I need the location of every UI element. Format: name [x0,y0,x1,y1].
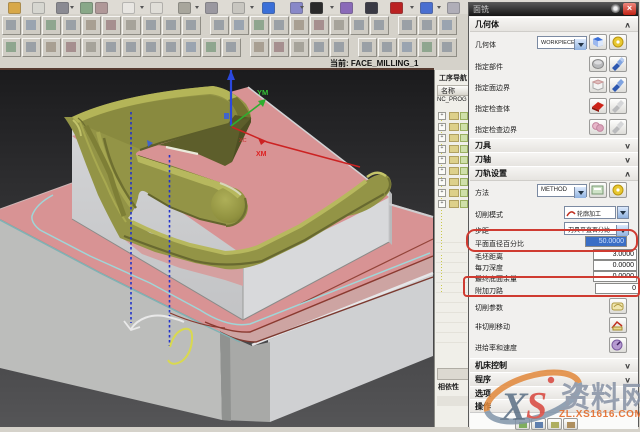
svg-text:XM: XM [256,151,267,158]
svg-text:YM: YM [257,88,268,97]
svg-text:XC: XC [239,138,247,144]
